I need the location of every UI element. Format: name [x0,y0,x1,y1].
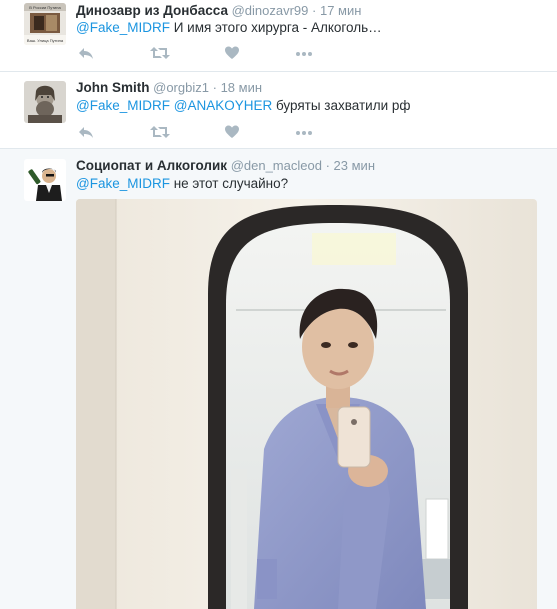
avatar-caption-top: В России Путина [29,5,61,10]
timestamp[interactable]: 17 мин [320,3,361,18]
reply-icon[interactable] [78,124,98,140]
retweet-icon[interactable] [150,45,170,61]
retweet-icon[interactable] [150,124,170,140]
fullname[interactable]: Социопат и Алкоголик [76,158,227,173]
timestamp[interactable]: 23 мин [334,158,375,173]
tweet-text: @Fake_MIDRF И имя этого хирурга - Алкого… [76,20,382,35]
mention-link[interactable]: @Fake_MIDRF [76,176,170,191]
username[interactable]: @orgbiz1 [153,80,209,95]
mention-link[interactable]: @Fake_MIDRF [76,98,170,113]
fullname[interactable]: John Smith [76,80,150,95]
avatar-caption-bottom: Ваш. Улица Путина [27,38,64,43]
tweet-photo[interactable] [76,199,537,609]
avatar[interactable]: В России Путина Ваш. Улица Путина [24,3,66,45]
mention-link[interactable]: @ANAKOYHER [174,98,272,113]
more-dots-icon[interactable] [294,45,314,61]
heart-icon[interactable] [224,124,244,140]
tweet-text-body: не этот случайно? [169,176,289,191]
tweet-2[interactable]: John Smith @orgbiz1 · 18 мин @Fake_MIDRF… [0,72,557,149]
timestamp[interactable]: 18 мин [221,80,262,95]
tweet-text-body: И имя этого хирурга - Алкоголь… [169,20,382,35]
mirror-selfie-image [76,199,537,609]
avatar[interactable] [24,159,66,201]
tweet-3[interactable]: Социопат и Алкоголик @den_macleod · 23 м… [0,149,557,609]
tweet-text: @Fake_MIDRF @ANAKOYHER буряты захватили … [76,98,411,113]
reply-icon[interactable] [78,45,98,61]
tweet-header: Динозавр из Донбасса @dinozavr99 · 17 ми… [76,3,361,18]
username[interactable]: @den_macleod [231,158,322,173]
tweet-header: Социопат и Алкоголик @den_macleod · 23 м… [76,158,375,173]
tweet-header: John Smith @orgbiz1 · 18 мин [76,80,262,95]
tweet-text-body: буряты захватили рф [272,98,411,113]
fullname[interactable]: Динозавр из Донбасса [76,3,228,18]
mention-link[interactable]: @Fake_MIDRF [76,20,170,35]
separator: · [325,158,330,173]
more-dots-icon[interactable] [294,124,314,140]
tweet-1[interactable]: В России Путина Ваш. Улица Путина Диноза… [0,0,557,72]
separator: · [312,3,317,18]
separator: · [212,80,217,95]
username[interactable]: @dinozavr99 [232,3,309,18]
avatar[interactable] [24,81,66,123]
heart-icon[interactable] [224,45,244,61]
tweet-text: @Fake_MIDRF не этот случайно? [76,176,288,191]
